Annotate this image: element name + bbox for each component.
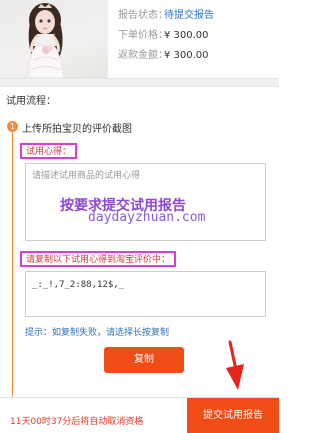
status-label: 报告状态： bbox=[118, 10, 168, 21]
product-image[interactable] bbox=[0, 0, 108, 78]
product-summary: 报告状态：待提交报告 下单价格：¥ 300.00 返款金额：¥ 300.00 bbox=[0, 0, 279, 78]
review-copy-field[interactable]: _:_!,7_2:88,12$,_ bbox=[25, 271, 266, 317]
watermark-text: daydayzhuan.com bbox=[88, 210, 206, 225]
product-info: 报告状态：待提交报告 下单价格：¥ 300.00 返款金额：¥ 300.00 bbox=[118, 6, 278, 66]
countdown-text: 11天00时37分后将自动取消资格 bbox=[10, 417, 144, 427]
step-title: 上传所拍宝贝的评价截图 bbox=[22, 124, 132, 135]
review-label: 试用心得： bbox=[20, 143, 78, 159]
bottom-action-bar: 11天00时37分后将自动取消资格 提交试用报告 bbox=[0, 397, 279, 433]
submit-report-button[interactable]: 提交试用报告 bbox=[187, 398, 279, 433]
step-number-badge: 1 bbox=[7, 121, 18, 132]
copy-instruction-label: 请复制以下试用心得到淘宝评价中： bbox=[20, 251, 177, 267]
doll-illustration bbox=[27, 3, 65, 78]
price-value: ¥ 300.00 bbox=[164, 30, 209, 41]
section-divider bbox=[0, 78, 279, 87]
refund-label: 返款金额： bbox=[118, 50, 168, 61]
refund-value: ¥ 300.00 bbox=[164, 50, 209, 61]
price-row: 下单价格：¥ 300.00 bbox=[118, 26, 278, 46]
status-row: 报告状态：待提交报告 bbox=[118, 6, 278, 26]
price-label: 下单价格： bbox=[118, 30, 168, 41]
status-badge: 待提交报告 bbox=[164, 10, 214, 21]
process-title: 试用流程： bbox=[6, 96, 56, 107]
refund-row: 返款金额：¥ 300.00 bbox=[118, 46, 278, 66]
copy-tip: 提示：如复制失败，请选择长按复制 bbox=[25, 328, 170, 338]
review-placeholder: 请描述试用商品的试用心得 bbox=[32, 171, 141, 181]
copy-button[interactable]: 复制 bbox=[104, 347, 184, 373]
timeline-line bbox=[12, 126, 13, 406]
arrow-down-icon bbox=[226, 340, 244, 390]
review-copy-content: _:_!,7_2:88,12$,_ bbox=[32, 280, 125, 290]
